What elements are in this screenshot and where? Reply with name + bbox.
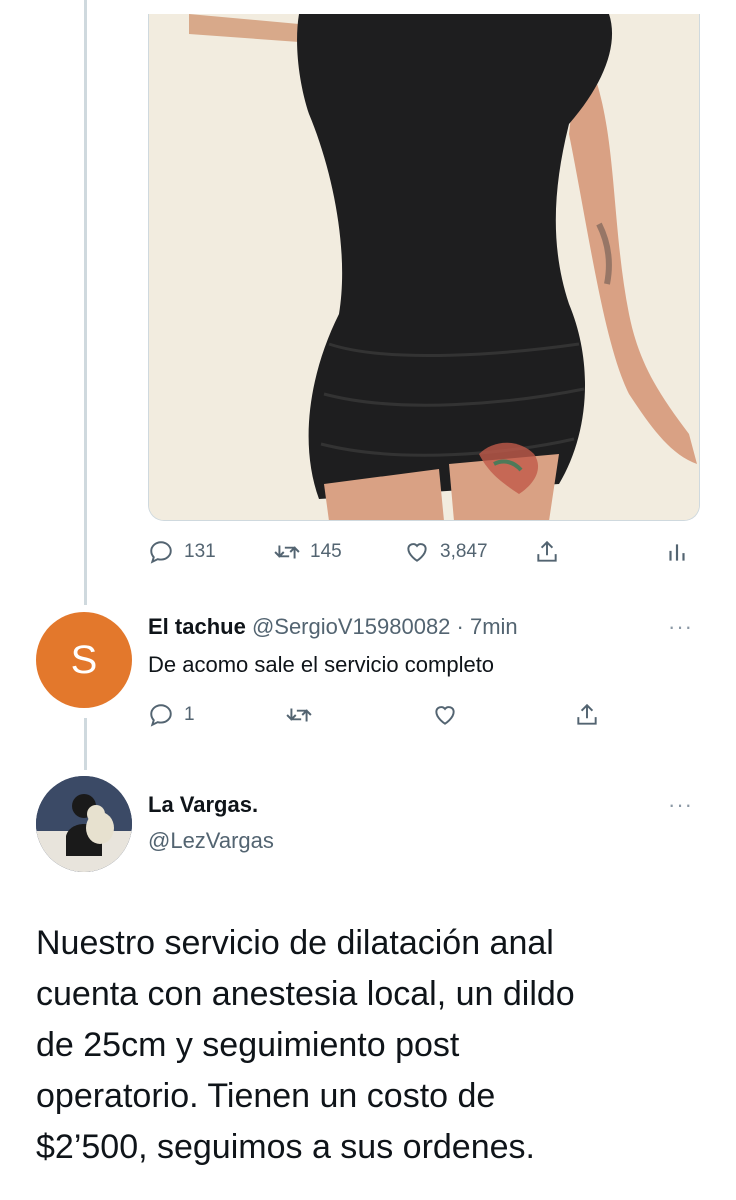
reply-more-menu[interactable]: ··· bbox=[668, 614, 693, 640]
share-icon bbox=[537, 540, 557, 562]
reply-icon bbox=[150, 541, 172, 564]
reply-separator: · bbox=[450, 614, 470, 639]
like-icon bbox=[407, 543, 427, 562]
reply-timestamp[interactable]: 7min bbox=[470, 614, 518, 639]
avatar[interactable]: S bbox=[36, 612, 132, 708]
share-icon bbox=[577, 703, 597, 725]
tweet-text-line: cuenta con anestesia local, un dildo bbox=[36, 975, 575, 1013]
tweet-text-line: Nuestro servicio de dilatación anal bbox=[36, 924, 554, 962]
reply-header: El tachue @SergioV15980082 · 7min bbox=[148, 614, 518, 640]
reply-count: 1 bbox=[184, 704, 195, 725]
share-button[interactable] bbox=[534, 539, 560, 565]
analytics-button[interactable] bbox=[664, 539, 690, 565]
reply-action-bar: 1 bbox=[0, 698, 736, 734]
tweet-text-line: $2’500, seguimos a sus ordenes. bbox=[36, 1128, 535, 1166]
retweet-count: 145 bbox=[310, 541, 342, 562]
avatar-photo-image bbox=[36, 776, 132, 872]
reply-icon bbox=[150, 704, 172, 727]
like-button[interactable] bbox=[432, 702, 458, 728]
like-button[interactable]: 3,847 bbox=[404, 539, 488, 565]
reply-button[interactable]: 1 bbox=[148, 702, 195, 728]
retweet-button[interactable] bbox=[286, 702, 312, 728]
retweet-button[interactable]: 145 bbox=[274, 539, 342, 565]
tweet-text: Nuestro servicio de dilatación anal cuen… bbox=[36, 918, 716, 1173]
reply-author-name[interactable]: El tachue bbox=[148, 614, 246, 639]
avatar-letter: S bbox=[70, 637, 98, 682]
tweet-text-line: de 25cm y seguimiento post bbox=[36, 1026, 460, 1064]
photo-illustration bbox=[149, 14, 699, 520]
analytics-icon bbox=[669, 544, 685, 561]
reply-button[interactable]: 131 bbox=[148, 539, 216, 565]
retweet-icon bbox=[274, 545, 300, 559]
tweet-more-menu[interactable]: ··· bbox=[668, 792, 693, 818]
share-button[interactable] bbox=[574, 702, 600, 728]
top-tweet-action-bar: 131 145 3,847 bbox=[0, 535, 736, 571]
avatar[interactable] bbox=[36, 776, 132, 872]
thread-line-top bbox=[84, 0, 87, 605]
author-handle[interactable]: @LezVargas bbox=[148, 828, 274, 854]
reply-count: 131 bbox=[184, 541, 216, 562]
author-name[interactable]: La Vargas. bbox=[148, 792, 258, 818]
like-icon bbox=[435, 706, 455, 725]
tweet-text-line: operatorio. Tienen un costo de bbox=[36, 1077, 496, 1115]
reply-text: De acomo sale el servicio completo bbox=[148, 652, 495, 677]
reply-author-handle[interactable]: @SergioV15980082 bbox=[252, 614, 450, 639]
retweet-icon bbox=[286, 708, 312, 722]
tweet-media-image[interactable] bbox=[148, 14, 700, 521]
like-count: 3,847 bbox=[440, 541, 488, 562]
